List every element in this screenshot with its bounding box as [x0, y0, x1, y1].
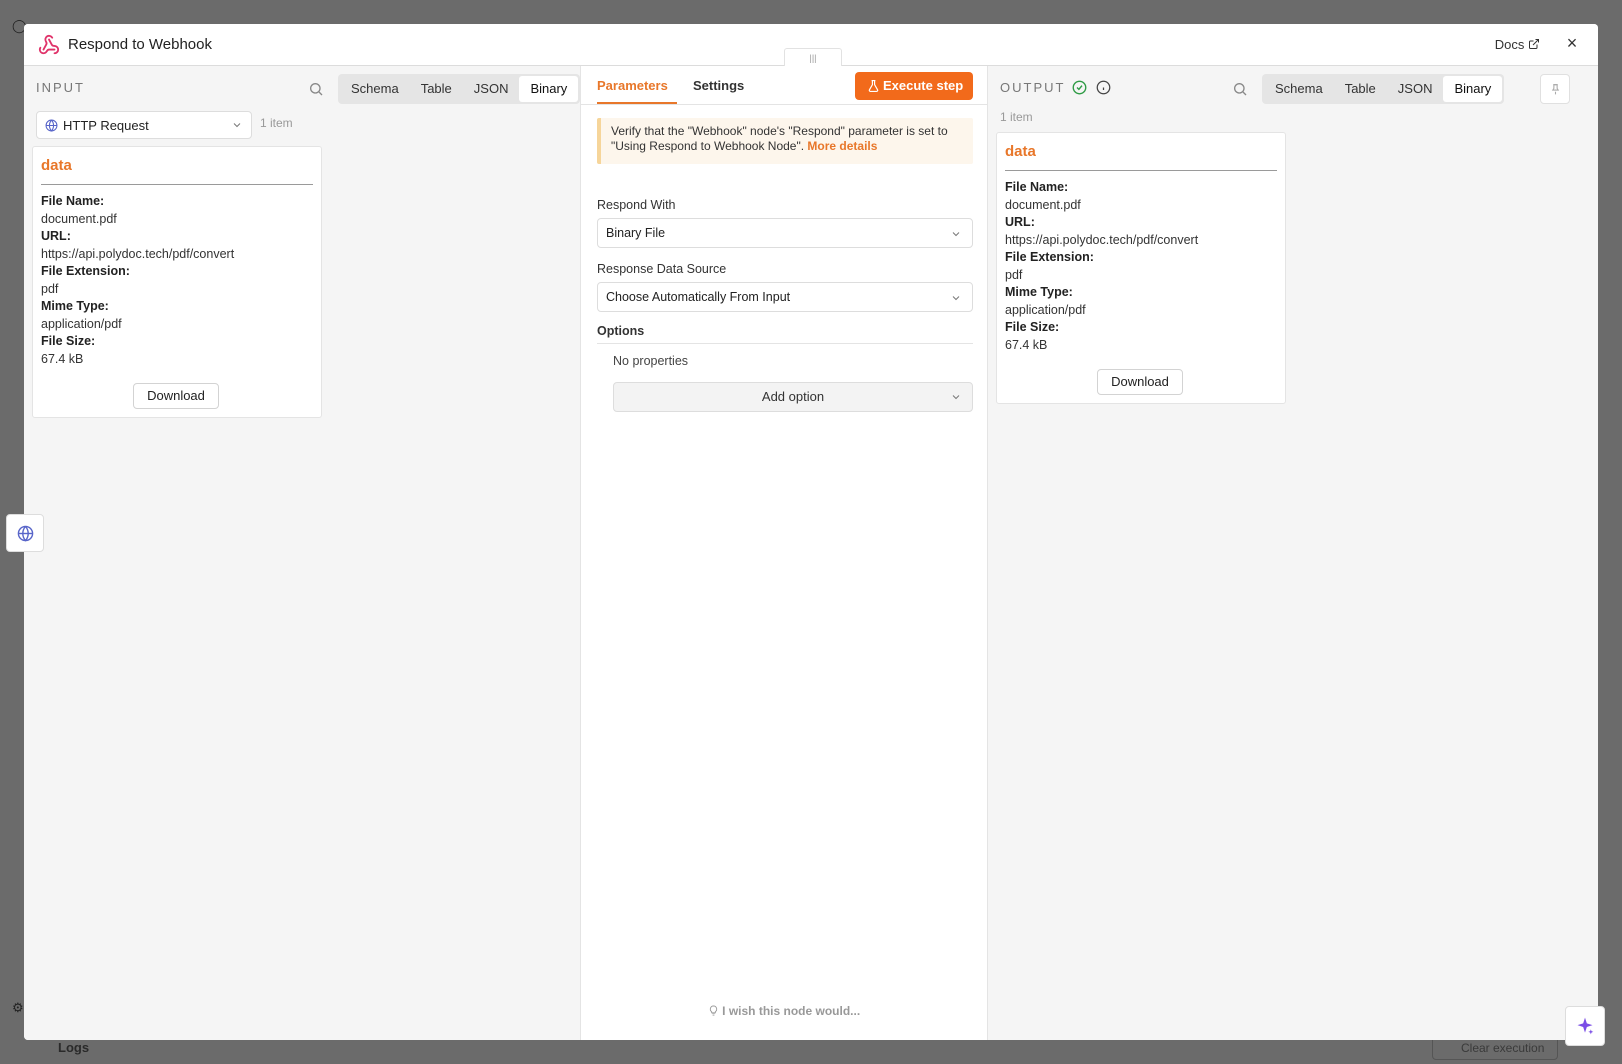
close-button[interactable]: × — [1562, 33, 1582, 54]
input-tab-schema[interactable]: Schema — [340, 76, 410, 102]
field-value: document.pdf — [1005, 197, 1081, 212]
field-key: Mime Type: — [41, 299, 109, 313]
field-key: Mime Type: — [1005, 285, 1073, 299]
field-key: URL: — [1005, 215, 1035, 229]
field-value: 67.4 kB — [41, 351, 84, 366]
modal-title: Respond to Webhook — [68, 36, 212, 53]
respond-with-select[interactable]: Binary File — [597, 218, 973, 248]
field-key: File Name: — [41, 194, 105, 208]
output-item-count: 1 item — [1000, 110, 1033, 124]
field-value: document.pdf — [41, 211, 117, 226]
input-tab-json[interactable]: JSON — [463, 76, 520, 102]
options-label: Options — [597, 324, 645, 338]
chevron-down-icon — [233, 123, 241, 128]
response-source-value: Choose Automatically From Input — [606, 290, 791, 304]
field-key: URL: — [41, 229, 71, 243]
field-key: File Size: — [1005, 320, 1060, 334]
pin-data-button[interactable] — [1540, 74, 1570, 104]
chevron-down-icon — [952, 395, 960, 400]
respond-with-label: Respond With — [597, 198, 676, 212]
chevron-down-icon — [952, 232, 960, 237]
divider — [41, 184, 313, 185]
search-icon[interactable] — [1232, 81, 1248, 97]
output-card-fields: File Name: document.pdf URL: https://api… — [1005, 179, 1198, 354]
tab-settings[interactable]: Settings — [693, 78, 744, 93]
field-value: https://api.polydoc.tech/pdf/convert — [1005, 232, 1199, 247]
output-download-button[interactable]: Download — [1097, 369, 1183, 395]
field-value: application/pdf — [41, 316, 122, 331]
input-node-select[interactable]: HTTP Request — [36, 111, 252, 139]
execute-step-button[interactable]: Execute step — [855, 72, 973, 100]
globe-icon — [17, 525, 34, 542]
output-panel: OUTPUT Schema Table JSON Binary 1 item d… — [988, 66, 1598, 1040]
add-option-label: Add option — [761, 389, 825, 404]
input-panel: INPUT Schema Table JSON Binary HTTP Requ… — [24, 66, 600, 1040]
feedback-link[interactable]: I wish this node would... — [581, 1004, 987, 1018]
search-icon[interactable] — [308, 81, 324, 97]
output-tab-schema[interactable]: Schema — [1264, 76, 1334, 102]
field-key: File Extension: — [41, 264, 130, 278]
tabs-divider — [581, 104, 987, 105]
flask-icon — [868, 79, 879, 93]
input-view-switcher: Schema Table JSON Binary — [338, 74, 581, 104]
execute-step-label: Execute step — [883, 78, 964, 93]
pin-icon — [1551, 84, 1560, 95]
field-value: pdf — [1005, 267, 1023, 282]
output-binary-card: data File Name: document.pdf URL: https:… — [996, 132, 1286, 404]
field-value: application/pdf — [1005, 302, 1086, 317]
respond-with-value: Binary File — [606, 226, 666, 240]
input-item-count: 1 item — [260, 116, 293, 130]
success-check-icon — [1072, 80, 1087, 95]
options-divider — [597, 343, 973, 344]
output-tab-table[interactable]: Table — [1334, 76, 1387, 102]
sparkle-icon — [1577, 1017, 1594, 1035]
field-value: https://api.polydoc.tech/pdf/convert — [41, 246, 235, 261]
chevron-down-icon — [952, 296, 960, 301]
input-tab-table[interactable]: Table — [410, 76, 463, 102]
input-node-name: HTTP Request — [63, 118, 149, 133]
webhook-notice: Verify that the "Webhook" node's "Respon… — [597, 118, 973, 164]
docs-link[interactable]: Docs — [1495, 37, 1540, 52]
parameters-panel: Parameters Settings Execute step Verify … — [580, 66, 988, 1040]
input-card-fields: File Name: document.pdf URL: https://api… — [41, 193, 234, 368]
input-download-button[interactable]: Download — [133, 383, 219, 409]
node-switch-button[interactable] — [6, 514, 44, 552]
no-properties-text: No properties — [613, 354, 689, 368]
feedback-text: I wish this node would... — [722, 1004, 861, 1018]
lightbulb-icon — [709, 1005, 717, 1016]
active-tab-indicator — [597, 102, 677, 104]
input-tab-binary[interactable]: Binary — [519, 76, 579, 102]
field-key: File Name: — [1005, 180, 1069, 194]
notice-text: Verify that the "Webhook" node's "Respon… — [611, 124, 948, 153]
field-key: File Extension: — [1005, 250, 1094, 264]
tab-parameters[interactable]: Parameters — [597, 78, 668, 93]
output-label: OUTPUT — [1000, 80, 1066, 95]
field-value: pdf — [41, 281, 59, 296]
field-value: 67.4 kB — [1005, 337, 1048, 352]
info-icon[interactable] — [1096, 80, 1111, 95]
docs-label: Docs — [1494, 37, 1525, 52]
globe-icon — [45, 119, 58, 132]
output-view-switcher: Schema Table JSON Binary — [1262, 74, 1505, 104]
divider — [1005, 170, 1277, 171]
input-card-title: data — [41, 157, 72, 174]
response-source-label: Response Data Source — [597, 262, 727, 276]
ai-assistant-button[interactable] — [1565, 1006, 1605, 1046]
input-label: INPUT — [36, 80, 85, 95]
external-link-icon — [1529, 39, 1539, 49]
response-source-select[interactable]: Choose Automatically From Input — [597, 282, 973, 312]
add-option-button[interactable]: Add option — [613, 382, 973, 412]
field-key: File Size: — [41, 334, 96, 348]
logs-label: Logs — [58, 1040, 90, 1055]
output-card-title: data — [1005, 143, 1036, 160]
output-tab-binary[interactable]: Binary — [1443, 76, 1503, 102]
webhook-icon — [38, 34, 60, 55]
output-tab-json[interactable]: JSON — [1387, 76, 1444, 102]
panel-drag-handle[interactable]: ||| — [784, 48, 842, 66]
node-details-modal: Respond to Webhook Docs × INPUT Schema T… — [24, 24, 1598, 1040]
more-details-link[interactable]: More details — [807, 139, 877, 153]
input-binary-card: data File Name: document.pdf URL: https:… — [32, 146, 322, 418]
